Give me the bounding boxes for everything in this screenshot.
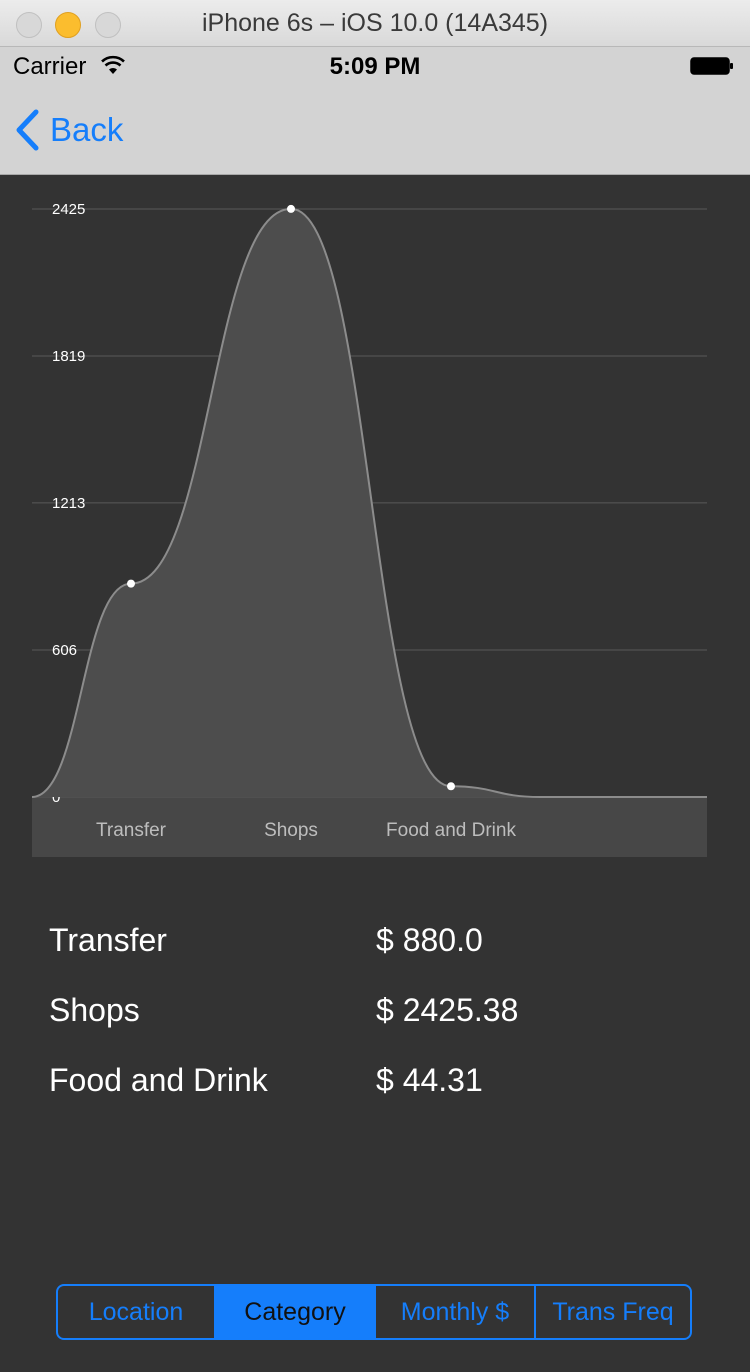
y-tick-label: 1213 xyxy=(52,495,85,512)
chevron-left-icon xyxy=(16,109,39,151)
segment-monthly[interactable]: Monthly $ xyxy=(376,1286,536,1338)
segment-location[interactable]: Location xyxy=(58,1286,216,1338)
segment-trans-freq[interactable]: Trans Freq xyxy=(536,1286,690,1338)
battery-icon xyxy=(690,57,733,75)
back-label: Back xyxy=(50,111,124,148)
back-button[interactable]: Back xyxy=(14,108,123,152)
category-amount: $ 2425.38 xyxy=(376,992,519,1028)
category-spending-chart: 2425181912136060Transfer Shops Food and Dr… xyxy=(31,201,707,857)
data-point xyxy=(287,204,295,213)
category-row: Transfer $ 880.0 xyxy=(49,918,699,988)
category-name: Food and Drink xyxy=(49,1062,268,1098)
category-totals-list: Transfer $ 880.0 Shops $ 2425.38 Food and Dr… xyxy=(49,918,699,1128)
category-amount: $ 44.31 xyxy=(376,1062,483,1098)
y-tick-label: 606 xyxy=(52,642,77,659)
segment-category[interactable]: Category xyxy=(216,1286,376,1338)
window-title: iPhone 6s – iOS 10.0 (14A345) xyxy=(201,9,549,37)
chart-mode-segmented-control[interactable]: Location Category Monthly $ Trans Freq xyxy=(56,1284,692,1340)
data-point xyxy=(447,782,455,791)
y-tick-label: 2425 xyxy=(52,201,85,218)
category-amount: $ 880.0 xyxy=(376,922,483,958)
category-row: Shops $ 2425.38 xyxy=(49,988,699,1058)
x-tick-label: Food and Drink xyxy=(386,820,516,841)
data-point xyxy=(127,579,135,588)
y-tick-label: 1819 xyxy=(52,348,85,365)
category-name: Transfer xyxy=(49,922,167,958)
window-titlebar: iPhone 6s – iOS 10.0 (14A345) xyxy=(0,0,750,47)
navigation-bar: Carrier 5:09 PM Back xyxy=(0,47,750,175)
status-time: 5:09 PM xyxy=(329,53,421,80)
x-tick-label: Transfer xyxy=(96,820,167,841)
category-row: Food and Drink $ 44.31 xyxy=(49,1058,699,1128)
x-tick-label: Shops xyxy=(264,820,318,841)
category-name: Shops xyxy=(49,992,140,1028)
